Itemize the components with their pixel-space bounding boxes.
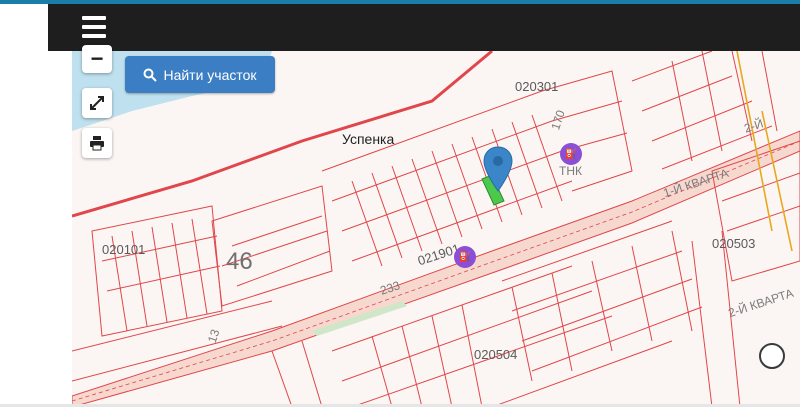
cadastral-map[interactable]: Успенка 020301 020101 021901 020503 0205… [72, 51, 800, 407]
poi-label-tn: ТНК [559, 164, 582, 178]
top-navbar [48, 4, 800, 51]
place-label-uspenka: Успенка [342, 131, 395, 147]
printer-icon [90, 136, 104, 151]
minus-icon: − [90, 46, 104, 71]
block-label-020503: 020503 [712, 236, 756, 251]
find-parcel-label: Найти участок [163, 66, 257, 83]
main-road [72, 130, 800, 407]
location-pin-icon[interactable] [482, 146, 514, 192]
fullscreen-button[interactable] [82, 88, 112, 118]
zoom-out-button[interactable]: − [82, 45, 112, 73]
zone-label-46: 46 [226, 248, 253, 275]
print-button[interactable] [82, 128, 112, 158]
gas-station-icon[interactable]: ⛽ [560, 143, 582, 165]
block-label-020504: 020504 [474, 347, 518, 362]
search-icon [143, 68, 158, 82]
map-canvas [72, 51, 800, 407]
expand-icon [90, 96, 104, 110]
hamburger-icon[interactable] [82, 16, 106, 38]
block-label-020101: 020101 [102, 242, 146, 257]
block-label-020301: 020301 [515, 79, 559, 94]
left-gutter [0, 4, 48, 407]
find-parcel-button[interactable]: Найти участок [125, 56, 275, 93]
gas-station-icon[interactable]: ⛽ [454, 246, 476, 268]
